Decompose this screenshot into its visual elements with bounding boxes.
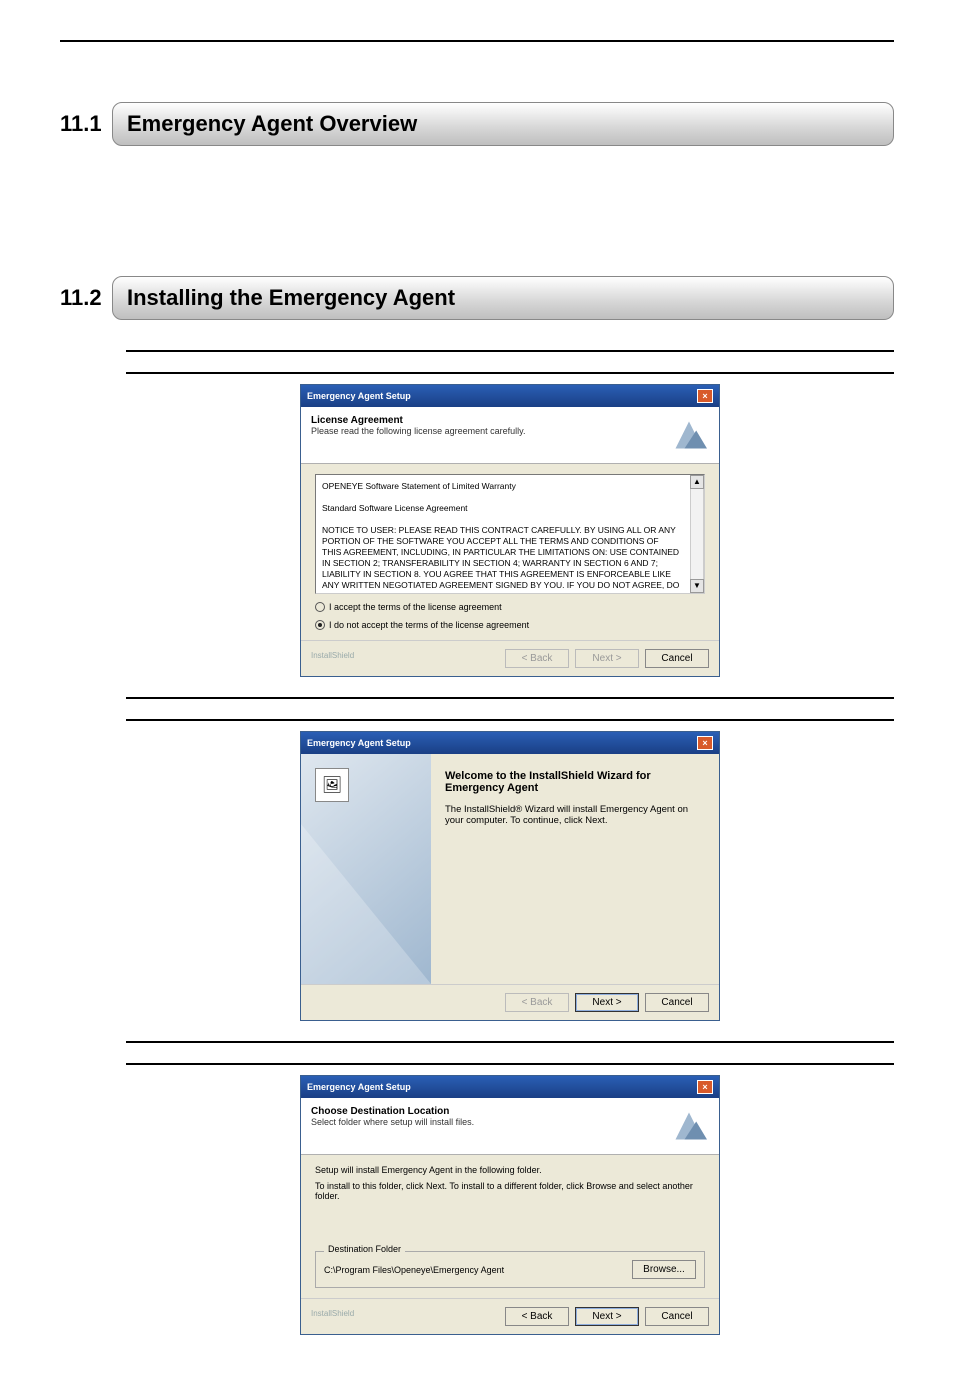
radio-icon	[315, 602, 325, 612]
scrollbar-track[interactable]	[690, 489, 704, 579]
destination-dialog: Emergency Agent Setup × Choose Destinati…	[300, 1075, 720, 1335]
rule	[126, 719, 894, 721]
brand-label: InstallShield	[311, 1309, 354, 1318]
radio-label: I accept the terms of the license agreem…	[329, 602, 502, 612]
license-dialog: Emergency Agent Setup × License Agreemen…	[300, 384, 720, 677]
close-icon[interactable]: ×	[697, 736, 713, 750]
dialog-title-text: Emergency Agent Setup	[307, 1082, 411, 1092]
step-destination: Emergency Agent Setup × Choose Destinati…	[126, 1075, 894, 1335]
close-icon[interactable]: ×	[697, 1080, 713, 1094]
dest-path: C:\Program Files\Openeye\Emergency Agent	[324, 1265, 504, 1275]
back-button: < Back	[505, 993, 569, 1012]
section-11-1: 11.1 Emergency Agent Overview	[60, 102, 894, 146]
rule	[126, 697, 894, 699]
rule	[126, 372, 894, 374]
radio-icon	[315, 620, 325, 630]
top-rule	[60, 40, 894, 42]
header-title: License Agreement	[311, 415, 525, 426]
installer-logo-icon	[669, 1106, 709, 1146]
welcome-dialog: Emergency Agent Setup × 🖼 Welcome to the…	[300, 731, 720, 1021]
header-subtitle: Select folder where setup will install f…	[311, 1117, 474, 1127]
dest-legend: Destination Folder	[324, 1244, 405, 1254]
dialog-title-text: Emergency Agent Setup	[307, 391, 411, 401]
section-number: 11.1	[60, 102, 112, 146]
section-title: Emergency Agent Overview	[112, 102, 894, 146]
welcome-text: The InstallShield® Wizard will install E…	[445, 804, 705, 826]
close-icon[interactable]: ×	[697, 389, 713, 403]
rule	[126, 1041, 894, 1043]
browse-button[interactable]: Browse...	[632, 1260, 696, 1279]
dialog-titlebar: Emergency Agent Setup ×	[301, 1076, 719, 1098]
dest-line2: To install to this folder, click Next. T…	[315, 1181, 705, 1201]
cancel-button[interactable]: Cancel	[645, 649, 709, 668]
section-number: 11.2	[60, 276, 112, 320]
section-title: Installing the Emergency Agent	[112, 276, 894, 320]
license-line: Standard Software License Agreement	[322, 503, 680, 514]
installer-logo-icon	[669, 415, 709, 455]
back-button: < Back	[505, 649, 569, 668]
dest-line1: Setup will install Emergency Agent in th…	[315, 1165, 705, 1175]
step-welcome: Emergency Agent Setup × 🖼 Welcome to the…	[126, 731, 894, 1021]
cancel-button[interactable]: Cancel	[645, 1307, 709, 1326]
rule	[126, 350, 894, 352]
license-text-area[interactable]: OPENEYE Software Statement of Limited Wa…	[315, 474, 705, 594]
header-subtitle: Please read the following license agreem…	[311, 426, 525, 436]
step-license: Emergency Agent Setup × License Agreemen…	[126, 384, 894, 677]
rule	[126, 1063, 894, 1065]
scroll-up-icon[interactable]: ▲	[690, 475, 704, 489]
brand-label: InstallShield	[311, 651, 354, 660]
dialog-header: License Agreement Please read the follow…	[301, 407, 719, 464]
next-button: Next >	[575, 649, 639, 668]
dialog-header: Choose Destination Location Select folde…	[301, 1098, 719, 1155]
dialog-title-text: Emergency Agent Setup	[307, 738, 411, 748]
dialog-titlebar: Emergency Agent Setup ×	[301, 385, 719, 407]
radio-reject[interactable]: I do not accept the terms of the license…	[315, 620, 705, 630]
section-11-2: 11.2 Installing the Emergency Agent	[60, 276, 894, 320]
radio-label: I do not accept the terms of the license…	[329, 620, 529, 630]
dialog-titlebar: Emergency Agent Setup ×	[301, 732, 719, 754]
welcome-side-graphic: 🖼	[301, 754, 431, 984]
scroll-down-icon[interactable]: ▼	[690, 579, 704, 593]
cancel-button[interactable]: Cancel	[645, 993, 709, 1012]
next-button[interactable]: Next >	[575, 993, 639, 1012]
radio-accept[interactable]: I accept the terms of the license agreem…	[315, 602, 705, 612]
license-body: NOTICE TO USER: PLEASE READ THIS CONTRAC…	[322, 525, 680, 594]
destination-folder-group: Destination Folder C:\Program Files\Open…	[315, 1251, 705, 1288]
license-line: OPENEYE Software Statement of Limited Wa…	[322, 481, 680, 492]
picture-icon: 🖼	[315, 768, 349, 802]
back-button[interactable]: < Back	[505, 1307, 569, 1326]
welcome-title: Welcome to the InstallShield Wizard for …	[445, 770, 705, 794]
next-button[interactable]: Next >	[575, 1307, 639, 1326]
header-title: Choose Destination Location	[311, 1106, 474, 1117]
